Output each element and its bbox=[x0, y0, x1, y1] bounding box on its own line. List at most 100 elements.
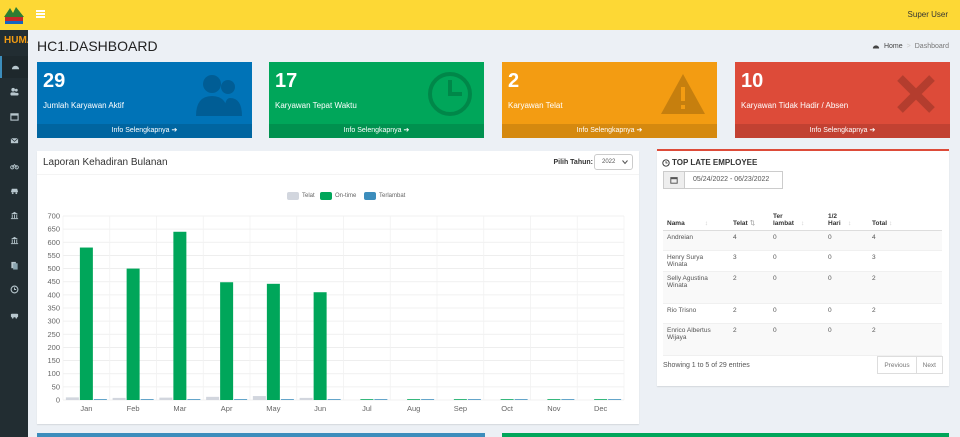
stat-box-active-employees: 29 Jumlah Karyawan Aktif Info Selengkapn… bbox=[37, 62, 252, 138]
user-menu[interactable]: Super User bbox=[908, 10, 948, 19]
x-tick-label: Aug bbox=[407, 404, 420, 413]
stat-box-on-time: 17 Karyawan Tepat Waktu Info Selengkapny… bbox=[269, 62, 484, 138]
cell-nama: Selly Agustina Winata bbox=[663, 271, 729, 304]
institution-icon bbox=[10, 236, 18, 244]
logo-icon bbox=[4, 7, 24, 24]
y-tick-label: 650 bbox=[47, 225, 60, 234]
cell-half-day: 0 bbox=[824, 250, 868, 272]
arrow-circle-right-icon: ➔ bbox=[869, 127, 876, 134]
arrow-circle-right-icon: ➔ bbox=[403, 127, 410, 134]
x-tick-label: Feb bbox=[127, 404, 140, 413]
cell-nama: Andreian bbox=[663, 230, 729, 251]
cell-telat: 3 bbox=[729, 250, 769, 272]
bar-telat-jan bbox=[65, 397, 79, 400]
bar-terlambat-nov bbox=[561, 399, 575, 400]
bar-terlambat-feb bbox=[140, 399, 154, 400]
y-tick-label: 250 bbox=[47, 330, 60, 339]
dashboard-icon bbox=[872, 45, 880, 49]
company-logo[interactable] bbox=[0, 0, 28, 30]
sidebar-item-car[interactable] bbox=[0, 179, 28, 201]
sidebar-item-calendar[interactable] bbox=[0, 105, 28, 127]
stat-box-late: 2 Karyawan Telat Info Selengkapnya ➔ bbox=[502, 62, 717, 138]
motorcycle-icon bbox=[9, 163, 19, 169]
cell-total: 3 bbox=[868, 250, 942, 272]
y-tick-label: 400 bbox=[47, 290, 60, 299]
attendance-bar-chart: 0 50 100 150 200 250 300 350 400 450 500 550 600 650 7… bbox=[47, 212, 625, 413]
bar-ontime-sep bbox=[453, 399, 467, 400]
bottom-panel-left bbox=[37, 433, 485, 437]
stat-more-link[interactable]: Info Selengkapnya ➔ bbox=[37, 124, 252, 138]
sidebar-item-files[interactable] bbox=[0, 254, 28, 276]
table-row[interactable]: Rio Trisno 2 0 0 2 bbox=[663, 303, 942, 324]
clock-icon bbox=[10, 285, 18, 293]
bar-ontime-jan bbox=[79, 247, 93, 400]
sidebar-item-bank[interactable] bbox=[0, 204, 28, 226]
column-header-terlambat[interactable]: Ter lambat ↕ bbox=[769, 198, 824, 231]
sort-icon: ↕ bbox=[889, 219, 893, 227]
y-tick-label: 0 bbox=[56, 396, 60, 405]
sidebar-item-clock[interactable] bbox=[0, 278, 28, 300]
previous-button[interactable]: Previous bbox=[877, 356, 917, 374]
column-header-half-day[interactable]: 1/2 Hari ↕ bbox=[824, 198, 868, 231]
sidebar-item-institution[interactable] bbox=[0, 229, 28, 251]
sidebar-brand: HUMA bbox=[4, 35, 28, 46]
x-tick-label: Jun bbox=[314, 404, 326, 413]
y-tick-label: 450 bbox=[47, 277, 60, 286]
table-row[interactable]: Andreian 4 0 0 4 bbox=[663, 230, 942, 251]
cell-telat: 2 bbox=[729, 323, 769, 356]
bar-ontime-dec bbox=[594, 399, 608, 400]
y-tick-label: 700 bbox=[47, 212, 60, 221]
sidebar-item-mail[interactable] bbox=[0, 129, 28, 151]
column-header-telat[interactable]: Telat ⇅ bbox=[729, 198, 769, 231]
cell-terlambat: 0 bbox=[769, 303, 824, 324]
stat-more-link[interactable]: Info Selengkapnya ➔ bbox=[502, 124, 717, 138]
vehicle-icon bbox=[10, 313, 18, 319]
cell-total: 4 bbox=[868, 230, 942, 251]
stat-label: Jumlah Karyawan Aktif bbox=[43, 101, 124, 110]
bar-ontime-jun bbox=[313, 292, 327, 400]
table-row[interactable]: Henry Surya Winata 3 0 0 3 bbox=[663, 250, 942, 272]
cell-half-day: 0 bbox=[824, 230, 868, 251]
bar-ontime-mar bbox=[173, 231, 187, 400]
sidebar-item-vehicle[interactable] bbox=[0, 304, 28, 326]
y-tick-label: 150 bbox=[47, 356, 60, 365]
sidebar-item-motorcycle[interactable] bbox=[0, 154, 28, 176]
bar-terlambat-jul bbox=[374, 399, 388, 400]
mail-icon bbox=[10, 137, 18, 143]
breadcrumb-home-link[interactable]: Home bbox=[884, 43, 903, 50]
sidebar-item-dashboard[interactable] bbox=[0, 56, 28, 78]
clock-icon bbox=[428, 72, 472, 116]
next-button[interactable]: Next bbox=[916, 356, 943, 374]
files-icon bbox=[10, 261, 18, 270]
x-tick-label: Jan bbox=[80, 404, 92, 413]
bar-terlambat-mar bbox=[187, 399, 201, 400]
cell-half-day: 0 bbox=[824, 323, 868, 356]
bar-telat-mar bbox=[159, 397, 173, 400]
cell-half-day: 0 bbox=[824, 271, 868, 304]
stat-value: 17 bbox=[275, 70, 298, 92]
stat-more-link[interactable]: Info Selengkapnya ➔ bbox=[735, 124, 950, 138]
bar-telat-jun bbox=[299, 397, 313, 400]
cell-nama: Enrico Albertus Wijaya bbox=[663, 323, 729, 356]
sidebar-item-users[interactable] bbox=[0, 80, 28, 102]
sidebar: HUMA bbox=[0, 30, 28, 437]
date-range-addon bbox=[663, 171, 685, 189]
table-row[interactable]: Enrico Albertus Wijaya 2 0 0 2 bbox=[663, 323, 942, 356]
x-tick-label: Mar bbox=[173, 404, 186, 413]
bar-telat-apr bbox=[206, 396, 220, 400]
column-header-total[interactable]: Total ↕ bbox=[868, 198, 942, 231]
cell-total: 2 bbox=[868, 323, 942, 356]
users-icon bbox=[9, 87, 19, 96]
page-title: HC1.DASHBOARD bbox=[37, 38, 158, 54]
sort-icon: ↕ bbox=[704, 219, 708, 227]
calendar-icon bbox=[9, 112, 19, 121]
bar-terlambat-oct bbox=[514, 399, 528, 400]
date-range-input[interactable]: 05/24/2022 - 06/23/2022 bbox=[684, 171, 783, 189]
table-row[interactable]: Selly Agustina Winata 2 0 0 2 bbox=[663, 271, 942, 304]
late-employee-table: Nama ↕ Telat ⇅ Ter lambat ↕ 1/2 Hari ↕ Total… bbox=[663, 198, 942, 356]
stat-value: 29 bbox=[43, 70, 66, 92]
sidebar-toggle-button[interactable] bbox=[36, 10, 45, 18]
stat-more-link[interactable]: Info Selengkapnya ➔ bbox=[269, 124, 484, 138]
column-header-nama[interactable]: Nama ↕ bbox=[663, 198, 729, 231]
cell-total: 2 bbox=[868, 303, 942, 324]
